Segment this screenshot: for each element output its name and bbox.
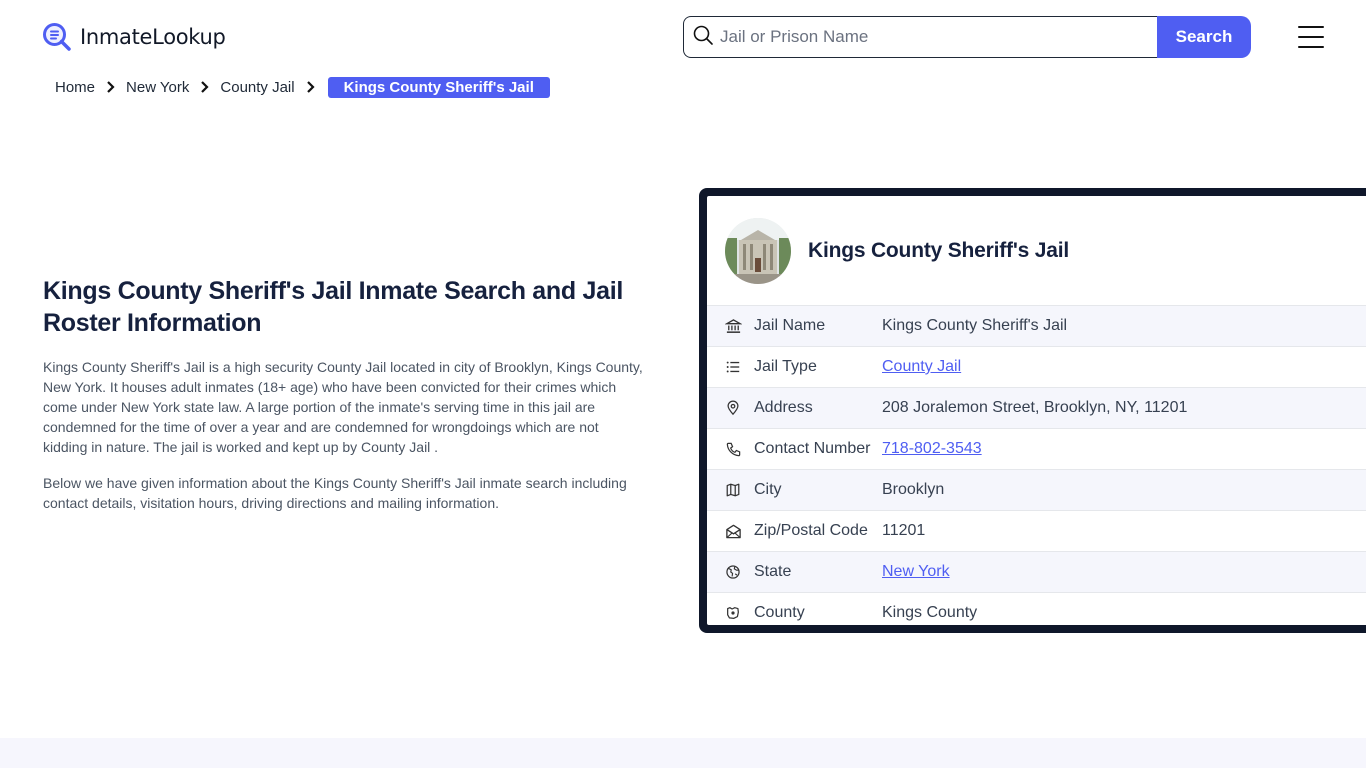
row-label: Contact Number: [754, 440, 871, 457]
logo-text: InmateLookup: [80, 25, 226, 49]
building-icon: [724, 317, 742, 335]
row-label: State: [754, 563, 792, 580]
magnifier-list-icon: [42, 22, 72, 52]
info-row-contact: Contact Number 718-802-3543: [707, 428, 1366, 469]
breadcrumb: Home New York County Jail Kings County S…: [55, 76, 550, 98]
mail-open-icon: [724, 522, 742, 540]
page-title: Kings County Sheriff's Jail Inmate Searc…: [43, 277, 623, 337]
list-icon: [724, 358, 742, 376]
county-icon: [724, 604, 742, 622]
info-row-jail-type: Jail Type County Jail: [707, 346, 1366, 387]
row-label: Jail Name: [754, 317, 826, 334]
row-value: Brooklyn: [882, 481, 945, 498]
row-value: 11201: [882, 522, 926, 539]
info-table: Jail Name Kings County Sheriff's Jail Ja…: [707, 305, 1366, 625]
intro-section: Kings County Sheriff's Jail Inmate Searc…: [43, 275, 643, 513]
card-title: Kings County Sheriff's Jail: [808, 238, 1069, 262]
info-row-county: County Kings County: [707, 592, 1366, 625]
row-label: Jail Type: [754, 358, 817, 375]
search-field[interactable]: [683, 16, 1157, 58]
info-row-city: City Brooklyn: [707, 469, 1366, 510]
info-row-state: State New York: [707, 551, 1366, 592]
phone-link[interactable]: 718-802-3543: [882, 440, 982, 457]
hamburger-menu-icon[interactable]: [1298, 26, 1324, 48]
card-header: Kings County Sheriff's Jail: [707, 196, 1366, 305]
search-button[interactable]: Search: [1157, 16, 1251, 58]
site-header: InmateLookup Search: [0, 0, 1366, 70]
phone-icon: [724, 440, 742, 458]
breadcrumb-home[interactable]: Home: [55, 79, 95, 96]
info-row-address: Address 208 Joralemon Street, Brooklyn, …: [707, 387, 1366, 428]
info-row-zip: Zip/Postal Code 11201: [707, 510, 1366, 551]
row-value: 208 Joralemon Street, Brooklyn, NY, 1120…: [882, 399, 1188, 416]
row-label: City: [754, 481, 782, 498]
search-input[interactable]: [720, 27, 1140, 47]
breadcrumb-jail-type[interactable]: County Jail: [220, 79, 294, 96]
breadcrumb-current: Kings County Sheriff's Jail: [327, 76, 550, 98]
breadcrumb-state[interactable]: New York: [126, 79, 189, 96]
search-icon: [692, 24, 714, 51]
footer-band: [0, 738, 1366, 768]
search-form: Search: [683, 16, 1251, 58]
jail-photo: [725, 217, 791, 284]
globe-icon: [724, 563, 742, 581]
row-label: County: [754, 604, 805, 621]
map-pin-icon: [724, 399, 742, 417]
chevron-right-icon: [304, 80, 318, 94]
intro-paragraph-secondary: Below we have given information about th…: [43, 475, 627, 511]
info-row-jail-name: Jail Name Kings County Sheriff's Jail: [707, 305, 1366, 346]
row-value: Kings County Sheriff's Jail: [882, 317, 1068, 334]
row-value: Kings County: [882, 604, 978, 621]
map-icon: [724, 481, 742, 499]
chevron-right-icon: [104, 80, 118, 94]
logo-link[interactable]: InmateLookup: [42, 22, 226, 52]
intro-paragraph: Kings County Sheriff's Jail is a high se…: [43, 359, 643, 455]
row-label: Address: [754, 399, 813, 416]
jail-info-card: Kings County Sheriff's Jail Jail Name Ki…: [699, 188, 1366, 633]
state-link[interactable]: New York: [882, 563, 950, 580]
jail-type-link[interactable]: County Jail: [882, 358, 961, 375]
row-label: Zip/Postal Code: [754, 522, 868, 539]
chevron-right-icon: [198, 80, 212, 94]
